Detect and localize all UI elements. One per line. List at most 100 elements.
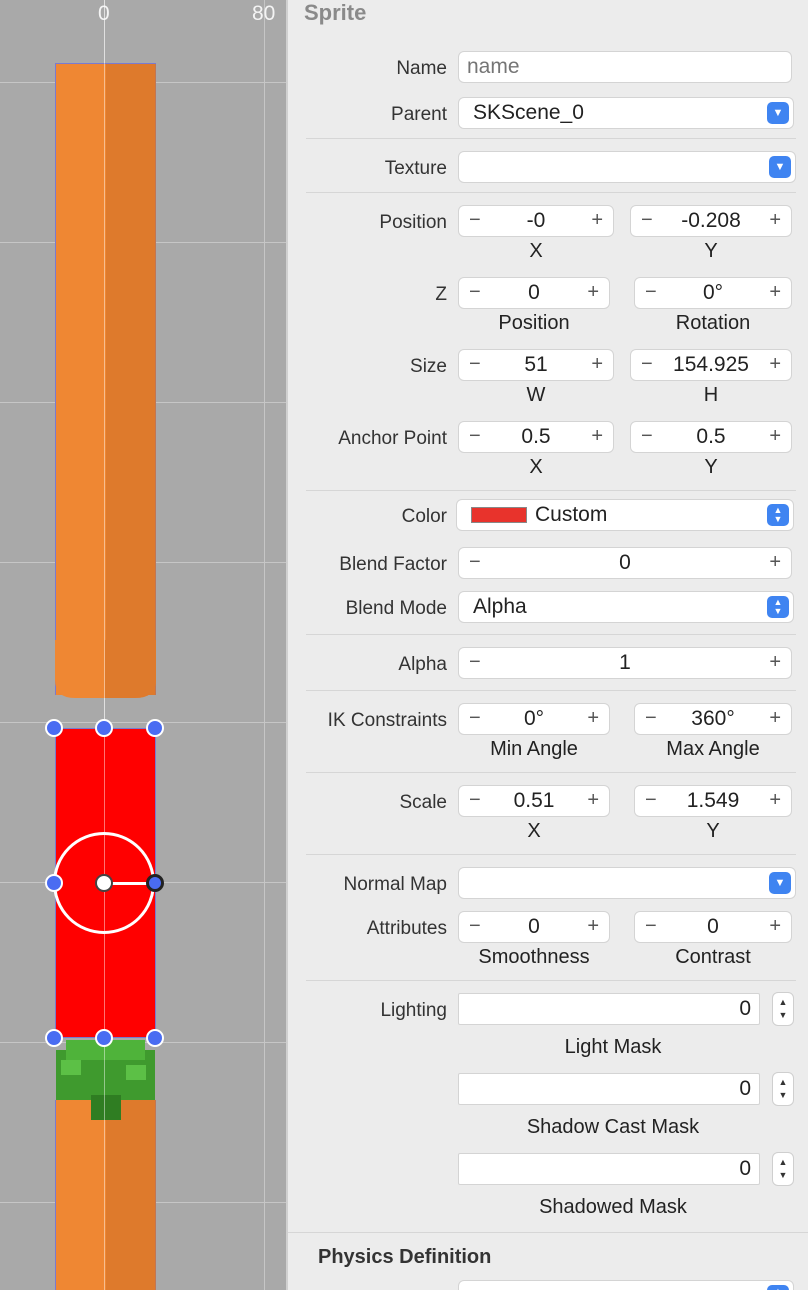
resize-handle-bottom[interactable] [95,1029,113,1047]
minus-icon[interactable]: − [469,551,481,574]
shadow-cast-mask-stepper[interactable]: ▲ ▼ [772,1072,794,1106]
minus-icon[interactable]: − [469,651,481,674]
carrot-shading [106,1100,156,1290]
minus-icon[interactable]: − [645,707,657,730]
minus-icon[interactable]: − [645,789,657,812]
minus-icon[interactable]: − [469,789,481,812]
ruler-label-80: 80 [252,2,276,25]
anchor-y-stepper[interactable]: − 0.5 + [630,421,792,453]
shadowed-mask-value: 0 [739,1157,751,1180]
position-x-stepper[interactable]: − -0 + [458,205,614,237]
alpha-stepper[interactable]: − 1 + [458,647,792,679]
minus-icon[interactable]: − [641,425,653,448]
plus-icon[interactable]: + [587,789,599,812]
carrot-sprite-top[interactable] [55,63,156,695]
scale-label: Scale [399,792,447,813]
minus-icon[interactable]: − [469,281,481,304]
texture-popup[interactable]: ▼ [458,151,796,183]
minus-icon[interactable]: − [469,707,481,730]
plus-icon[interactable]: + [769,281,781,304]
color-popup[interactable]: Custom ▲ ▼ [456,499,794,531]
plus-icon[interactable]: + [769,353,781,376]
plus-icon[interactable]: + [587,281,599,304]
position-y-stepper[interactable]: − -0.208 + [630,205,792,237]
rotation-handle[interactable] [146,874,164,892]
light-mask-field[interactable]: 0 [458,993,760,1025]
minus-icon[interactable]: − [469,353,481,376]
color-value: Custom [535,503,608,526]
attributes-label: Attributes [366,918,447,939]
minus-icon[interactable]: − [469,915,481,938]
separator [306,634,796,635]
minus-icon[interactable]: − [641,209,653,232]
resize-handle-top[interactable] [95,719,113,737]
size-w-stepper[interactable]: − 51 + [458,349,614,381]
color-swatch [471,507,527,523]
position-y-value: -0.208 [681,209,741,232]
ik-max-angle-stepper[interactable]: − 360° + [634,703,792,735]
plus-icon[interactable]: + [587,707,599,730]
plus-icon[interactable]: + [591,353,603,376]
anchor-point-handle[interactable] [95,874,113,892]
minus-icon[interactable]: − [469,209,481,232]
plus-icon[interactable]: + [591,425,603,448]
resize-handle-top-left[interactable] [45,719,63,737]
carrot-sprite-bottom[interactable] [55,1100,156,1290]
plus-icon[interactable]: + [769,209,781,232]
parent-popup[interactable]: SKScene_0 ▼ [458,97,794,129]
plus-icon[interactable]: + [587,915,599,938]
scale-x-label: X [527,820,541,842]
smoothness-stepper[interactable]: − 0 + [458,911,610,943]
carrot-shading [106,64,156,695]
shadow-cast-mask-field[interactable]: 0 [458,1073,760,1105]
shadowed-mask-stepper[interactable]: ▲ ▼ [772,1152,794,1186]
light-mask-stepper[interactable]: ▲ ▼ [772,992,794,1026]
scale-y-stepper[interactable]: − 1.549 + [634,785,792,817]
plus-icon[interactable]: + [769,707,781,730]
name-field[interactable] [458,51,792,83]
scene-canvas[interactable]: 0 80 [0,0,286,1290]
separator [306,690,796,691]
contrast-stepper[interactable]: − 0 + [634,911,792,943]
plus-icon[interactable]: + [769,425,781,448]
ik-min-angle-label: Min Angle [490,738,578,760]
light-mask-value: 0 [739,997,751,1020]
ik-min-angle-stepper[interactable]: − 0° + [458,703,610,735]
blend-factor-stepper[interactable]: − 0 + [458,547,792,579]
grid-line [0,722,286,723]
shadowed-mask-field[interactable]: 0 [458,1153,760,1185]
plus-icon[interactable]: + [769,651,781,674]
plus-icon[interactable]: + [769,915,781,938]
minus-icon[interactable]: − [645,281,657,304]
plus-icon[interactable]: + [769,551,781,574]
grid-line [264,0,265,1290]
normal-map-popup[interactable]: ▼ [458,867,796,899]
z-rotation-stepper[interactable]: − 0° + [634,277,792,309]
scale-x-stepper[interactable]: − 0.51 + [458,785,610,817]
blend-mode-popup[interactable]: Alpha ▲ ▼ [458,591,794,623]
resize-handle-bottom-left[interactable] [45,1029,63,1047]
chevron-down-icon: ▼ [769,872,791,894]
position-y-label: Y [704,240,718,262]
blend-factor-label: Blend Factor [339,554,447,575]
contrast-value: 0 [707,915,719,938]
z-position-stepper[interactable]: − 0 + [458,277,610,309]
plus-icon[interactable]: + [769,789,781,812]
minus-icon[interactable]: − [641,353,653,376]
shadow-cast-mask-value: 0 [739,1077,751,1100]
resize-handle-left[interactable] [45,874,63,892]
resize-handle-top-right[interactable] [146,719,164,737]
size-h-stepper[interactable]: − 154.925 + [630,349,792,381]
scale-x-value: 0.51 [513,789,555,812]
carrot-leaves [56,1040,155,1120]
body-type-popup[interactable]: ▲▼ [458,1280,794,1290]
resize-handle-bottom-right[interactable] [146,1029,164,1047]
contrast-label: Contrast [675,946,751,968]
minus-icon[interactable]: − [645,915,657,938]
light-mask-label: Light Mask [564,1036,662,1058]
anchor-x-stepper[interactable]: − 0.5 + [458,421,614,453]
minus-icon[interactable]: − [469,425,481,448]
separator [306,854,796,855]
name-label: Name [396,58,447,79]
plus-icon[interactable]: + [591,209,603,232]
